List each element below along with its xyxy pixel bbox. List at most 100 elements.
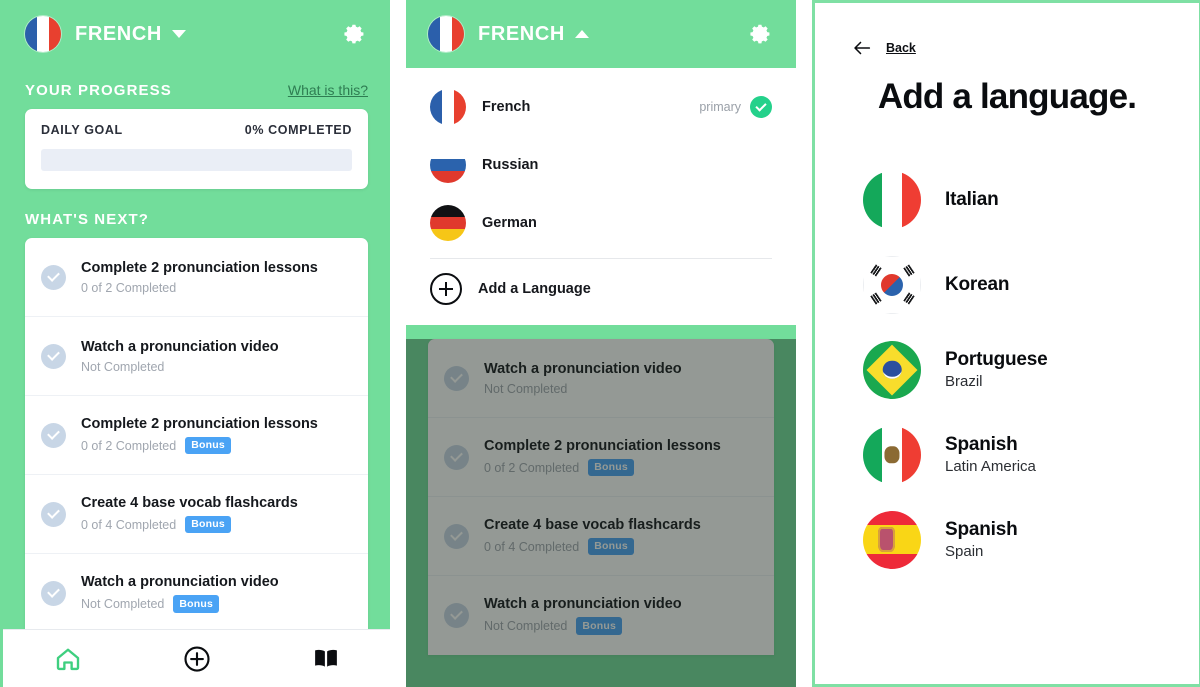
bonus-badge: Bonus	[588, 537, 634, 556]
language-option-row[interactable]: Spanish Latin America	[849, 412, 1165, 497]
chevron-down-icon[interactable]	[171, 30, 186, 38]
flag-germany-wrapper	[430, 205, 466, 241]
dropdown-language-label: German	[482, 215, 537, 231]
task-status: Not Completed	[484, 619, 568, 633]
task-meta: 0 of 2 Completed Bonus	[484, 458, 721, 477]
flag-brazil-icon	[863, 340, 921, 399]
flag-france-icon	[430, 89, 466, 125]
task-row[interactable]: Create 4 base vocab flashcards 0 of 4 Com…	[428, 497, 774, 576]
whats-next-heading: WHAT'S NEXT?	[25, 211, 149, 228]
language-option-row[interactable]: Korean	[849, 242, 1165, 327]
screenshot-canvas: FRENCH YOUR PROGRESS What is this? DAILY…	[0, 0, 1200, 687]
plus-circle-icon[interactable]	[180, 642, 214, 676]
task-row[interactable]: Watch a pronunciation video Not Completed	[25, 317, 368, 396]
flag-italy-wrapper	[863, 170, 921, 229]
dropdown-language-item[interactable]: Russian	[406, 136, 796, 194]
task-meta: Not Completed	[81, 360, 279, 374]
task-row[interactable]: Watch a pronunciation video Not Completed	[428, 339, 774, 418]
language-option-text: Italian	[945, 189, 999, 211]
flag-brazil-wrapper	[863, 340, 921, 399]
task-status: 0 of 4 Completed	[81, 517, 177, 532]
bonus-badge: Bonus	[185, 515, 231, 534]
check-circle-icon	[444, 444, 469, 470]
task-body: Create 4 base vocab flashcards 0 of 4 Com…	[81, 495, 298, 534]
check-circle-icon	[41, 264, 66, 290]
check-circle-icon	[41, 581, 66, 606]
progress-section-header: YOUR PROGRESS What is this?	[3, 68, 390, 109]
dimmed-content-region: Watch a pronunciation video Not Completed…	[406, 339, 796, 687]
task-row[interactable]: Watch a pronunciation video Not Completed…	[25, 554, 368, 633]
chevron-up-icon[interactable]	[574, 30, 589, 38]
current-language-label: FRENCH	[478, 22, 565, 45]
task-meta: Not Completed	[484, 382, 682, 396]
task-title: Watch a pronunciation video	[484, 596, 682, 613]
primary-badge: primary	[699, 100, 741, 114]
dropdown-language-label: French	[482, 99, 531, 115]
task-title: Watch a pronunciation video	[81, 338, 279, 355]
daily-goal-percent: 0% COMPLETED	[244, 123, 352, 137]
task-status: Not Completed	[81, 597, 165, 611]
task-status: 0 of 4 Completed	[484, 539, 580, 554]
add-language-button[interactable]: Add a Language	[406, 263, 796, 319]
bonus-badge: Bonus	[173, 595, 220, 613]
task-meta: Not Completed Bonus	[484, 617, 682, 635]
check-circle-icon	[444, 603, 469, 628]
daily-goal-row: DAILY GOAL 0% COMPLETED	[41, 123, 352, 137]
task-body: Complete 2 pronunciation lessons 0 of 2 C…	[81, 416, 318, 455]
language-option-region: Spain	[945, 543, 984, 560]
task-title: Watch a pronunciation video	[81, 574, 279, 591]
dropdown-language-item[interactable]: French primary	[406, 78, 796, 136]
daily-goal-card: DAILY GOAL 0% COMPLETED	[25, 109, 368, 189]
language-dropdown-menu: French primary Russian German Add a Language	[406, 68, 796, 325]
task-row[interactable]: Complete 2 pronunciation lessons 0 of 2 C…	[25, 396, 368, 475]
flag-france-icon	[428, 16, 464, 52]
language-option-name: Italian	[945, 188, 999, 210]
task-body: Create 4 base vocab flashcards 0 of 4 Com…	[484, 517, 701, 556]
task-status: Not Completed	[81, 359, 165, 374]
book-icon[interactable]	[309, 642, 343, 676]
selected-check-icon	[750, 96, 772, 118]
task-title: Create 4 base vocab flashcards	[484, 516, 701, 533]
task-meta: 0 of 2 Completed Bonus	[81, 436, 318, 455]
progress-heading: YOUR PROGRESS	[25, 82, 172, 99]
flag-germany-icon	[430, 205, 466, 241]
screen-add-language: Back Add a language. Italian Korean Portug…	[812, 0, 1200, 687]
language-option-region: Latin America	[945, 458, 1036, 475]
add-language-label: Add a Language	[478, 281, 591, 297]
screen-home: FRENCH YOUR PROGRESS What is this? DAILY…	[0, 0, 390, 687]
task-row[interactable]: Complete 2 pronunciation lessons 0 of 2 C…	[25, 238, 368, 317]
current-language-label: FRENCH	[75, 22, 162, 45]
home-icon[interactable]	[51, 642, 85, 676]
gear-icon[interactable]	[342, 21, 368, 47]
flag-korea-icon	[863, 255, 921, 314]
task-list: Complete 2 pronunciation lessons 0 of 2 C…	[25, 238, 368, 633]
task-row[interactable]: Complete 2 pronunciation lessons 0 of 2 C…	[428, 418, 774, 497]
language-option-name: Spanish	[945, 519, 1018, 540]
gear-icon[interactable]	[748, 21, 774, 47]
language-option-text: Portuguese Brazil	[945, 349, 1048, 390]
what-is-this-link[interactable]: What is this?	[288, 82, 368, 98]
check-circle-icon	[444, 365, 469, 391]
task-row[interactable]: Watch a pronunciation video Not Completed…	[428, 576, 774, 655]
task-title: Complete 2 pronunciation lessons	[81, 259, 318, 276]
task-title: Complete 2 pronunciation lessons	[484, 437, 721, 454]
task-meta: 0 of 4 Completed Bonus	[484, 537, 701, 556]
task-body: Watch a pronunciation video Not Completed	[484, 361, 682, 396]
dropdown-item-status: primary	[699, 96, 772, 118]
bonus-badge: Bonus	[576, 617, 623, 635]
flag-russia-icon	[430, 147, 466, 183]
flag-mexico-wrapper	[863, 425, 921, 484]
task-row[interactable]: Create 4 base vocab flashcards 0 of 4 Com…	[25, 475, 368, 554]
dropdown-language-item[interactable]: German	[406, 194, 796, 252]
language-option-text: Korean	[945, 274, 1009, 296]
page-title: Add a language.	[877, 77, 1137, 116]
daily-goal-progressbar	[41, 149, 352, 171]
language-option-row[interactable]: Italian	[849, 157, 1165, 242]
flag-spain-wrapper	[863, 510, 921, 569]
bottom-nav-home	[3, 629, 390, 687]
language-option-row[interactable]: Portuguese Brazil	[849, 327, 1165, 412]
language-option-row[interactable]: Spanish Spain	[849, 497, 1165, 582]
back-button[interactable]: Back	[849, 37, 1165, 59]
check-circle-icon	[444, 523, 469, 549]
flag-italy-icon	[863, 170, 921, 229]
